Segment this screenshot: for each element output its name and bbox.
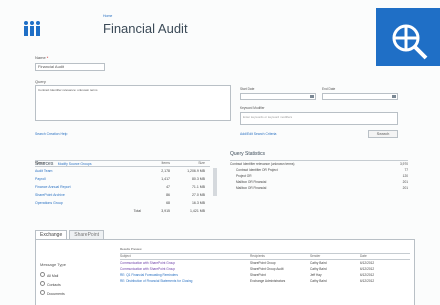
results-header-row: Subject Recipients Sender Date [120,254,410,259]
filter-option-label: Documents [47,292,65,296]
table-row[interactable]: Payroll 1,417 80.3 MB [35,175,210,183]
source-items: 1,417 [161,177,170,181]
stats-row[interactable]: Mailbox OR Financial 201 [230,185,408,191]
name-input[interactable]: Financial Audit [35,63,105,71]
zoom-tool-button[interactable] [376,8,440,66]
source-items: 68 [166,201,170,205]
result-date: 6/12/2012 [360,279,375,283]
col-sender[interactable]: Sender [310,254,360,259]
table-row[interactable]: SharePoint Archive 86 27.0 MB [35,191,210,199]
source-name[interactable]: Operations Group [35,199,145,207]
edit-criteria-link[interactable]: Add/Edit Search Criteria [240,132,276,137]
filter-option[interactable]: Contacts [40,281,65,290]
col-size[interactable]: Size [170,161,205,166]
col-subject[interactable]: Subject [120,254,250,259]
source-name[interactable]: SharePoint Archive [35,191,145,199]
calendar-icon[interactable] [392,95,396,98]
radio-icon[interactable] [40,272,45,277]
results-table: Subject Recipients Sender Date Communica… [120,253,410,284]
app-logo[interactable] [22,20,42,37]
total-items: 3,915 [161,209,170,213]
stats-label: Mailbox OR Financial [236,186,267,190]
source-size: 27.0 MB [191,193,205,197]
stats-table: Contract Identifier relevance (unknown t… [230,160,408,191]
breadcrumb[interactable]: Home [103,14,112,19]
end-date-label: End Date [322,87,336,91]
name-label: Name * [35,55,49,60]
source-items: 86 [166,193,170,197]
calendar-icon[interactable] [310,95,314,98]
source-name[interactable]: Audit Team [35,167,145,175]
table-row[interactable]: Audit Team 2,178 1,206.9 MB [35,167,210,175]
people-org-icon [24,21,40,36]
end-date-input[interactable] [322,93,398,100]
filter-option-label: All Mail [47,274,59,278]
source-size: 16.3 MB [191,201,205,205]
total-row: Total 3,915 1,421 MB [35,207,210,216]
query-input[interactable]: Contract Identifier relevance: unknown t… [35,85,231,121]
query-label: Query [35,79,46,84]
keyword-placeholder: Enter keywords or keyword modifiers [243,115,293,119]
filter-option[interactable]: All Mail [40,272,65,281]
sources-table: Name Items Size Audit Team 2,178 1,206.9… [35,160,210,216]
search-button[interactable]: Search [368,130,398,138]
radio-icon[interactable] [40,281,45,286]
source-name[interactable]: Payroll [35,175,145,183]
result-sender: Cathy Baird [310,279,327,283]
source-items: 2,178 [161,169,170,173]
keyword-input[interactable]: Enter keywords or keyword modifiers [240,112,398,125]
start-date-label: Start Date [240,87,255,91]
zoom-crosshair-icon [392,24,428,60]
source-name[interactable]: Finance Annual Report [35,183,145,191]
table-row[interactable]: Finance Annual Report 47 71.1 MB [35,183,210,191]
source-size: 1,206.9 MB [187,169,205,173]
total-label: Total [133,209,141,213]
page-title: Financial Audit [103,21,188,36]
source-size: 80.3 MB [191,177,205,181]
table-row[interactable]: RE: Distribution of Financial Statements… [120,278,410,284]
search-help-link[interactable]: Search Creation Help [35,132,67,137]
result-recipients: Exchange Administrators [250,279,286,283]
sources-scrollbar[interactable] [213,168,217,196]
page: Home Financial Audit Name * Financial Au… [0,0,440,305]
results-summary: Results Preview [120,247,142,251]
result-subject[interactable]: RE: Distribution of Financial Statements… [120,278,250,284]
stats-title: Query Statistics [230,151,266,157]
filter-option-label: Contacts [47,283,61,287]
source-size: 71.1 MB [191,185,205,189]
col-items[interactable]: Items [145,161,170,166]
total-size: 1,421 MB [190,209,205,213]
col-name[interactable]: Name [35,161,145,166]
required-mark: * [46,55,49,60]
source-items: 47 [166,185,170,189]
radio-icon[interactable] [40,290,45,295]
filter-options: All Mail Contacts Documents [40,272,65,299]
col-date[interactable]: Date [360,254,400,259]
sources-header-row: Name Items Size [35,161,210,166]
table-row[interactable]: Operations Group 68 16.3 MB [35,199,210,207]
stats-value: 201 [402,186,408,190]
start-date-input[interactable] [240,93,316,100]
filter-title: Message Type [40,262,66,267]
keyword-label: Keyword Modifier [240,106,265,110]
query-text: Contract Identifier relevance: unknown t… [38,88,98,92]
col-recipients[interactable]: Recipients [250,254,310,259]
filter-option[interactable]: Documents [40,290,65,299]
